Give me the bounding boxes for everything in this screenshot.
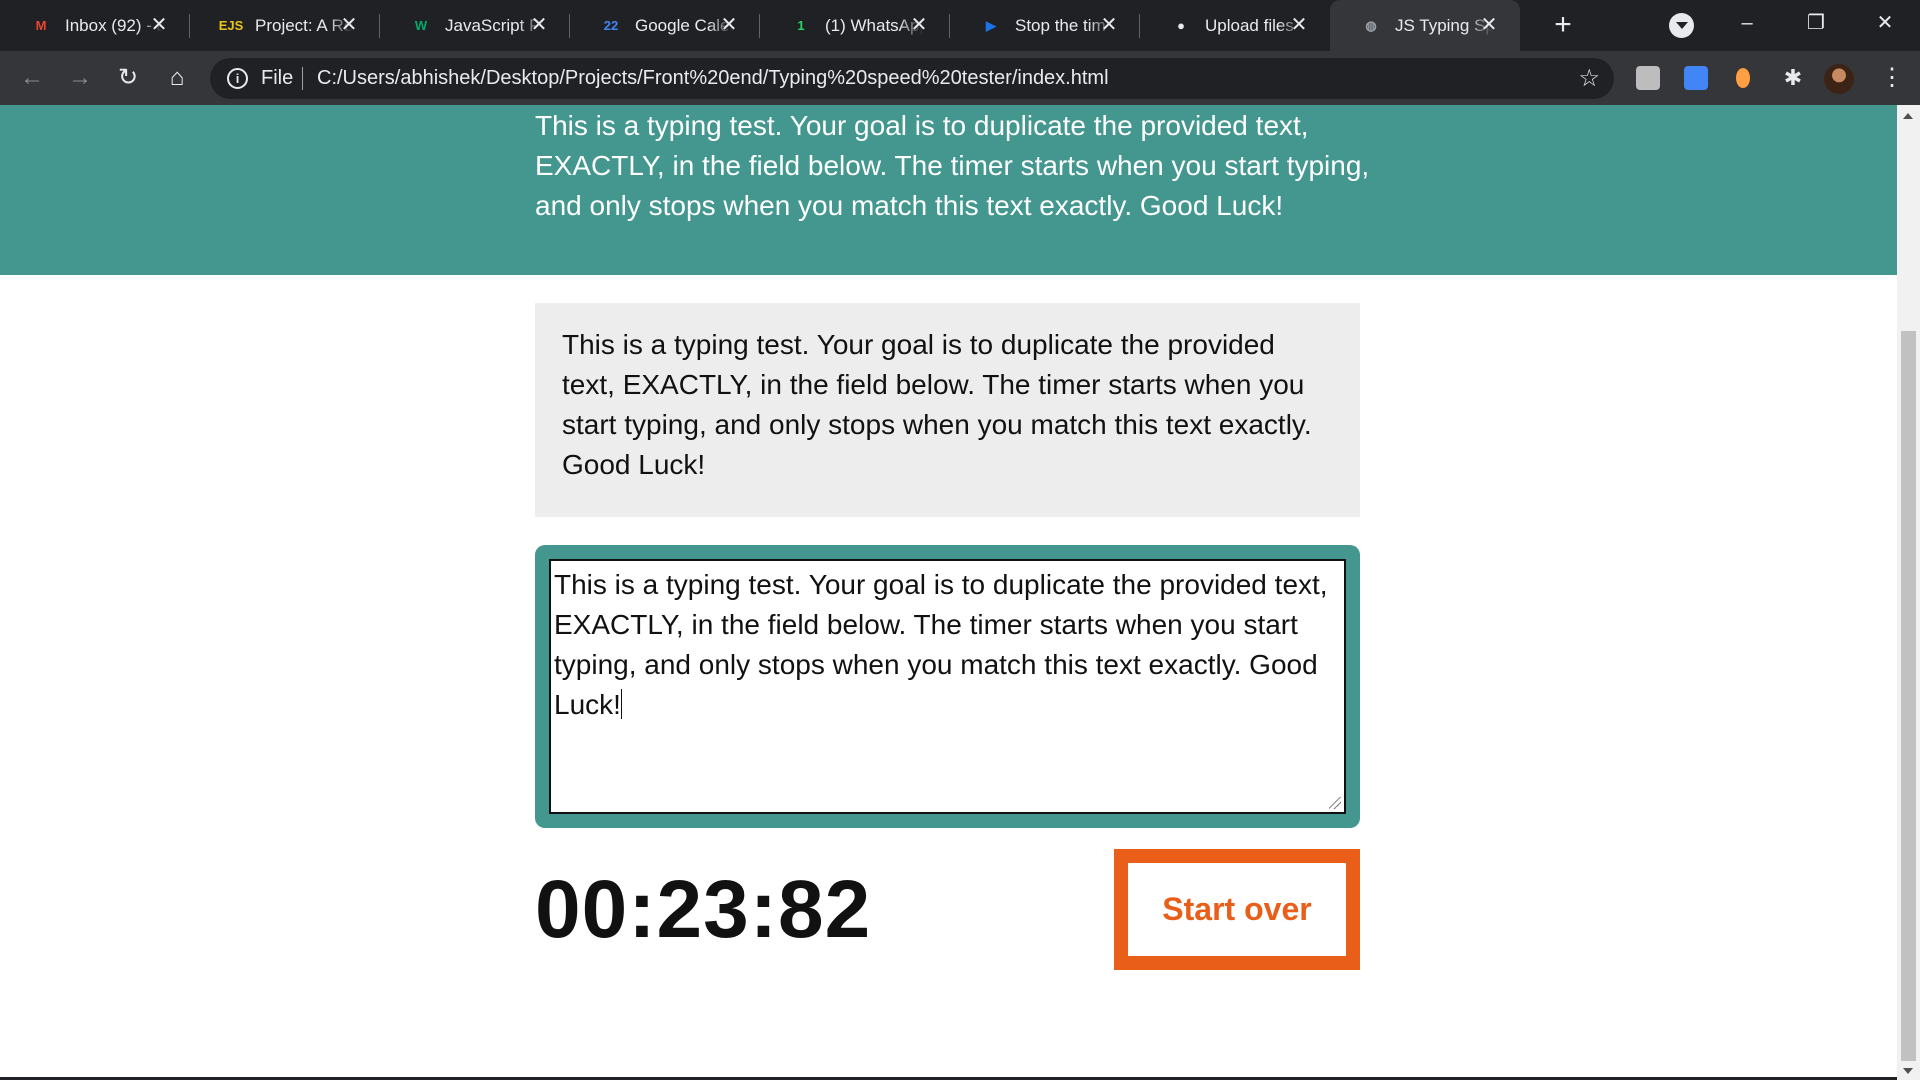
browser-tab[interactable]: ◍ JS Typing Sp ✕ <box>1330 0 1520 51</box>
browser-tab[interactable]: ● Upload files ✕ <box>1140 0 1330 51</box>
reload-icon[interactable]: ↻ <box>113 63 143 93</box>
new-tab-button[interactable]: + <box>1549 10 1577 40</box>
tab-close-icon[interactable]: ✕ <box>148 14 170 36</box>
home-icon[interactable]: ⌂ <box>162 63 192 93</box>
tab-close-icon[interactable]: ✕ <box>1288 14 1310 36</box>
browser-tab[interactable]: M Inbox (92) - a ✕ <box>0 0 190 51</box>
scroll-up-arrow-icon[interactable] <box>1903 113 1913 119</box>
w3-icon: W <box>414 18 428 33</box>
browser-tab[interactable]: W JavaScript Pe ✕ <box>380 0 570 51</box>
intro-text: This is a typing test. Your goal is to d… <box>535 110 1370 221</box>
intro-banner: This is a typing test. Your goal is to d… <box>0 105 1897 275</box>
gmail-icon: M <box>35 18 47 33</box>
tab-close-icon[interactable]: ✕ <box>718 14 740 36</box>
ejs-icon: EJS <box>218 18 244 33</box>
text-caret <box>620 689 622 719</box>
globe-icon: ◍ <box>1365 17 1377 33</box>
tab-close-icon[interactable]: ✕ <box>528 14 550 36</box>
puzzle-extensions-icon[interactable]: ✱ <box>1781 66 1805 90</box>
bookmark-star-icon[interactable]: ☆ <box>1578 64 1600 93</box>
typing-input[interactable]: This is a typing test. Your goal is to d… <box>549 559 1346 814</box>
browser-tab[interactable]: 1 (1) WhatsApp ✕ <box>760 0 950 51</box>
origin-text-box: This is a typing test. Your goal is to d… <box>535 303 1360 517</box>
browser-tab-strip: M Inbox (92) - a ✕ EJS Project: A Ro ✕ W JavaSc… <box>0 0 1920 51</box>
calendar-icon: 22 <box>603 18 619 33</box>
whatsapp-icon: 1 <box>797 18 805 33</box>
extension-icon[interactable] <box>1684 66 1708 90</box>
tab-search-icon[interactable] <box>1669 13 1694 38</box>
github-icon: ● <box>1177 18 1185 33</box>
window-close-button[interactable]: ✕ <box>1865 8 1905 38</box>
browser-menu-icon[interactable]: ⋮ <box>1880 63 1904 93</box>
minimize-button[interactable]: – <box>1727 8 1767 38</box>
site-info-icon[interactable]: i <box>227 68 248 89</box>
browser-tab[interactable]: ▶ Stop the tim ✕ <box>950 0 1140 51</box>
address-divider <box>302 67 303 90</box>
back-icon[interactable]: ← <box>17 63 47 93</box>
resize-grip-icon[interactable] <box>1329 797 1341 809</box>
tab-close-icon[interactable]: ✕ <box>1098 14 1120 36</box>
restore-button[interactable]: ❐ <box>1796 8 1836 38</box>
browser-tab[interactable]: EJS Project: A Ro ✕ <box>190 0 380 51</box>
test-area-wrapper: This is a typing test. Your goal is to d… <box>535 545 1360 828</box>
address-bar[interactable]: i File C:/Users/abhishek/Desktop/Project… <box>210 58 1614 99</box>
url-text[interactable]: C:/Users/abhishek/Desktop/Projects/Front… <box>317 67 1109 90</box>
timer-display: 00:23:82 <box>535 864 872 955</box>
tab-close-icon[interactable]: ✕ <box>908 14 930 36</box>
extension-icon[interactable] <box>1736 68 1750 88</box>
start-over-button[interactable]: Start over <box>1114 849 1360 970</box>
video-icon: ▶ <box>986 17 996 33</box>
scroll-thumb[interactable] <box>1901 331 1916 1061</box>
extension-icon[interactable] <box>1636 66 1660 90</box>
browser-tab[interactable]: 22 Google Calen ✕ <box>570 0 760 51</box>
page-viewport: This is a typing test. Your goal is to d… <box>0 105 1920 1080</box>
scheme-label: File <box>261 67 294 89</box>
origin-text: This is a typing test. Your goal is to d… <box>562 329 1312 480</box>
vertical-scrollbar[interactable] <box>1897 105 1920 1080</box>
avatar[interactable] <box>1824 64 1854 94</box>
scroll-down-arrow-icon[interactable] <box>1903 1068 1913 1074</box>
typed-text: This is a typing test. Your goal is to d… <box>554 569 1336 720</box>
forward-icon[interactable]: → <box>65 63 95 93</box>
tab-close-icon[interactable]: ✕ <box>1478 14 1500 36</box>
tab-close-icon[interactable]: ✕ <box>338 14 360 36</box>
browser-toolbar: ← → ↻ ⌂ i File C:/Users/abhishek/Desktop… <box>0 51 1920 105</box>
